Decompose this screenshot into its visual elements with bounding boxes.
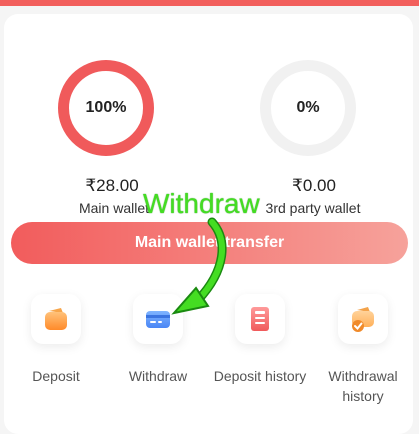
main-wallet-percent: 100% (85, 99, 127, 116)
withdraw-action[interactable]: Withdraw (108, 294, 208, 386)
deposit-action[interactable]: Deposit (6, 294, 106, 386)
wallet-check-icon (352, 307, 374, 332)
third-party-wallet-percent: 0% (296, 99, 320, 116)
deposit-history-label: Deposit history (213, 368, 307, 384)
wallet-icon (45, 308, 67, 330)
withdraw-annotation-text: Withdraw (143, 188, 260, 219)
main-wallet-transfer-button[interactable]: Main wallet transfer (11, 222, 408, 264)
withdrawal-history-tile[interactable] (338, 294, 388, 344)
withdraw-tile[interactable] (133, 294, 183, 344)
withdrawal-history-label: Withdrawal history (328, 368, 398, 404)
deposit-history-tile[interactable] (235, 294, 285, 344)
deposit-tile[interactable] (31, 294, 81, 344)
card-icon (146, 311, 170, 328)
main-wallet-ring: 100% (58, 60, 154, 156)
receipt-icon (251, 307, 269, 331)
withdrawal-history-action[interactable]: Withdrawal history (313, 294, 413, 406)
top-bar (0, 0, 419, 6)
deposit-history-action[interactable]: Deposit history (210, 294, 310, 386)
third-party-wallet-ring: 0% (260, 60, 356, 156)
deposit-label: Deposit (32, 368, 80, 384)
withdraw-label: Withdraw (128, 368, 188, 384)
